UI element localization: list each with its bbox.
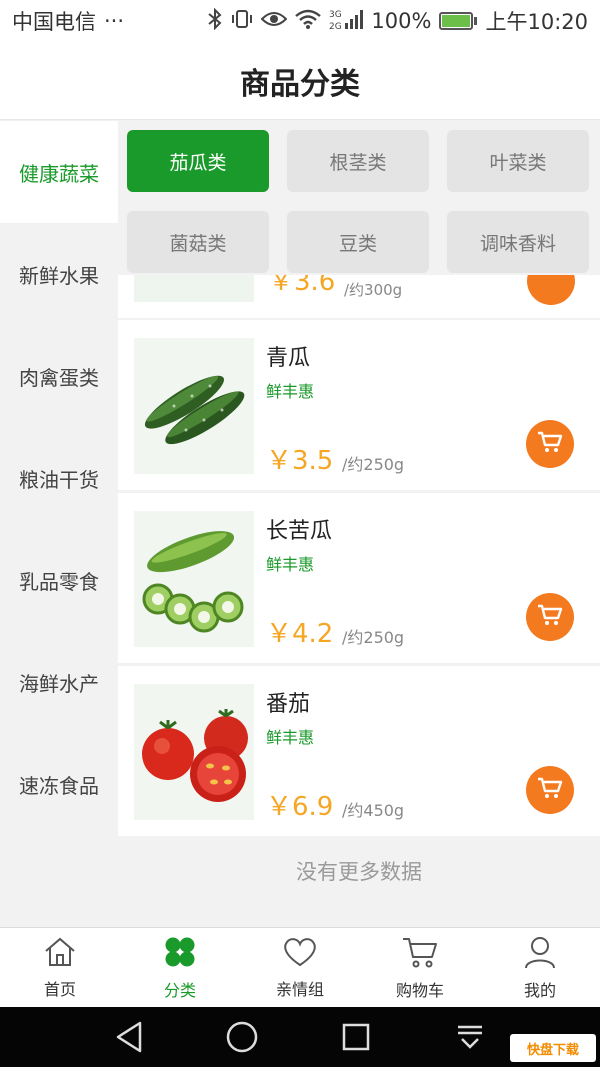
bottom-tab-bar: 首页 分类 亲情组 购物车 我的 <box>0 927 600 1007</box>
header: 商品分类 <box>0 42 600 120</box>
clock: 上午10:20 <box>485 10 588 34</box>
product-price: ￥6.9 <box>266 792 334 822</box>
bitter-melon-image <box>134 511 254 647</box>
subcategory-chips: 茄瓜类 根茎类 叶菜类 菌菇类 豆类 调味香料 <box>118 121 600 284</box>
chip-gourds[interactable]: 茄瓜类 <box>127 130 269 192</box>
cart-icon <box>401 935 439 973</box>
product-price: ￥4.2 <box>266 619 334 649</box>
chip-leafy[interactable]: 叶菜类 <box>447 130 589 192</box>
tab-label: 亲情组 <box>275 979 324 999</box>
sidebar-item-vegetables[interactable]: 健康蔬菜 <box>0 121 118 223</box>
notification-pull-icon[interactable] <box>452 1019 488 1055</box>
product-name: 长苦瓜 <box>266 519 333 544</box>
tab-label: 购物车 <box>395 980 444 1000</box>
tab-family[interactable]: 亲情组 <box>240 928 360 1007</box>
product-weight: /约250g <box>342 455 405 474</box>
sidebar-item-fruits[interactable]: 新鲜水果 <box>0 223 118 325</box>
category-icon <box>163 935 197 973</box>
sidebar-item-grains-oils[interactable]: 粮油干货 <box>0 427 118 529</box>
chip-spices[interactable]: 调味香料 <box>447 211 589 273</box>
wifi-icon <box>295 9 322 34</box>
product-name: 番茄 <box>266 692 311 717</box>
tab-mine[interactable]: 我的 <box>480 928 600 1007</box>
tab-label: 分类 <box>163 980 196 1000</box>
home-circle-icon[interactable] <box>224 1019 260 1055</box>
eye-icon <box>261 10 288 33</box>
cart-icon <box>537 603 563 631</box>
tab-label: 我的 <box>523 980 556 1000</box>
bluetooth-icon <box>207 7 223 35</box>
svg-text:3G: 3G <box>329 10 342 20</box>
product-name: 青瓜 <box>266 346 311 371</box>
sidebar-item-dairy-snacks[interactable]: 乳品零食 <box>0 529 118 631</box>
notification-dots: ··· <box>104 9 125 33</box>
cucumber-image <box>134 338 254 474</box>
carrier-label: 中国电信 <box>12 10 96 34</box>
product-weight: /约250g <box>342 628 405 647</box>
product-price: ￥3.5 <box>266 446 334 476</box>
tab-category[interactable]: 分类 <box>120 928 240 1007</box>
list-item[interactable]: 青瓜 鲜丰惠 ￥3.5 /约250g <box>118 320 600 490</box>
chip-roots[interactable]: 根茎类 <box>287 130 429 192</box>
product-panel: ￥3.6 /约300g 青瓜 鲜丰惠 ￥3.5 /约250g 长苦瓜 鲜丰惠 ￥… <box>118 121 600 927</box>
svg-text:2G: 2G <box>329 22 342 31</box>
list-item[interactable]: 长苦瓜 鲜丰惠 ￥4.2 /约250g <box>118 493 600 663</box>
user-icon <box>523 935 557 973</box>
heart-icon <box>281 936 319 972</box>
sidebar-item-frozen[interactable]: 速冻食品 <box>0 733 118 835</box>
battery-percent: 100% <box>371 9 432 33</box>
tab-label: 首页 <box>43 979 76 999</box>
cart-icon <box>537 430 563 458</box>
product-tag: 鲜丰惠 <box>266 382 315 401</box>
add-to-cart-button[interactable] <box>526 766 574 814</box>
product-weight: /约450g <box>342 801 405 820</box>
page-title: 商品分类 <box>240 66 360 102</box>
watermark-logo: 快盘下载 <box>510 1034 596 1062</box>
chip-beans[interactable]: 豆类 <box>287 211 429 273</box>
add-to-cart-button[interactable] <box>526 593 574 641</box>
back-icon[interactable] <box>112 1019 148 1055</box>
battery-icon <box>439 12 478 30</box>
add-to-cart-button[interactable] <box>526 420 574 468</box>
home-icon <box>43 936 77 972</box>
vibrate-icon <box>231 8 253 35</box>
list-item[interactable]: 番茄 鲜丰惠 ￥6.9 /约450g <box>118 666 600 836</box>
status-bar: 中国电信 ··· 3G 2G 100% 上午10:20 <box>0 0 600 42</box>
cart-icon <box>537 776 563 804</box>
tab-home[interactable]: 首页 <box>0 928 120 1007</box>
product-tag: 鲜丰惠 <box>266 728 315 747</box>
chip-mushrooms[interactable]: 菌菇类 <box>127 211 269 273</box>
no-more-data-label: 没有更多数据 <box>296 860 422 884</box>
product-tag: 鲜丰惠 <box>266 555 315 574</box>
tomato-image <box>134 684 254 820</box>
recent-apps-icon[interactable] <box>338 1019 374 1055</box>
signal-icon: 3G 2G <box>329 7 364 36</box>
sidebar-item-seafood[interactable]: 海鲜水产 <box>0 631 118 733</box>
sidebar-item-meat-eggs[interactable]: 肉禽蛋类 <box>0 325 118 427</box>
tab-cart[interactable]: 购物车 <box>360 928 480 1007</box>
category-sidebar: 健康蔬菜 新鲜水果 肉禽蛋类 粮油干货 乳品零食 海鲜水产 速冻食品 <box>0 121 118 927</box>
